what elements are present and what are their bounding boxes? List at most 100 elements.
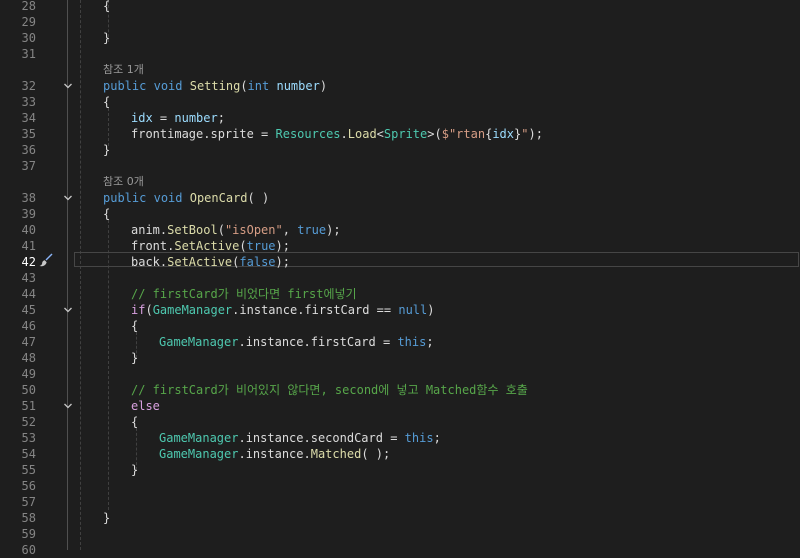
code-line[interactable]: 45 if(GameManager.instance.firstCard == n… bbox=[0, 302, 800, 318]
code-line[interactable]: 31 bbox=[0, 46, 800, 62]
code-token: } bbox=[103, 511, 111, 525]
code-line[interactable]: 34 idx = number; bbox=[0, 110, 800, 126]
code-token: .instance.secondCard = bbox=[238, 431, 405, 445]
code-line[interactable]: 54 GameManager.instance.Matched( ); bbox=[0, 446, 800, 462]
code-token: this bbox=[404, 431, 434, 445]
code-line[interactable]: 59 bbox=[0, 526, 800, 542]
code-line[interactable]: 40 anim.SetBool("isOpen", true); bbox=[0, 222, 800, 238]
line-number: 45 bbox=[21, 303, 36, 317]
line-number: 35 bbox=[21, 127, 36, 141]
code-line[interactable]: 50 // firstCard가 비어있지 않다면, second에 넣고 Mat… bbox=[0, 382, 800, 398]
code-line[interactable]: 43 bbox=[0, 270, 800, 286]
code-line[interactable]: 49 bbox=[0, 366, 800, 382]
code-line[interactable]: 46 { bbox=[0, 318, 800, 334]
code-line[interactable]: 44 // firstCard가 비었다면 first에넣기 bbox=[0, 286, 800, 302]
code-token: GameManager bbox=[159, 431, 239, 445]
chevron-down-icon[interactable] bbox=[62, 78, 74, 94]
line-number: 50 bbox=[21, 383, 36, 397]
code-token: { bbox=[103, 0, 111, 13]
chevron-down-icon[interactable] bbox=[62, 302, 74, 318]
code-line[interactable]: 55} bbox=[0, 462, 800, 478]
code-text[interactable]: idx = number; bbox=[131, 110, 225, 126]
code-token: back. bbox=[131, 255, 168, 269]
code-token: .instance.firstCard == bbox=[232, 303, 399, 317]
code-token: null bbox=[398, 303, 428, 317]
line-number: 52 bbox=[21, 415, 36, 429]
code-token: } bbox=[103, 143, 111, 157]
code-line[interactable]: 57 bbox=[0, 494, 800, 510]
codelens-references[interactable]: 참조 0개 bbox=[0, 174, 800, 190]
code-token: ; bbox=[426, 335, 434, 349]
code-line[interactable]: 58} bbox=[0, 510, 800, 526]
code-text[interactable]: public void OpenCard( ) bbox=[103, 190, 269, 206]
code-text[interactable]: frontimage.sprite = Resources.Load<Sprit… bbox=[131, 126, 543, 142]
code-token: ; bbox=[433, 431, 441, 445]
codelens-label[interactable]: 참조 0개 bbox=[103, 174, 144, 190]
code-text[interactable]: // firstCard가 비었다면 first에넣기 bbox=[131, 286, 357, 302]
chevron-down-icon[interactable] bbox=[62, 190, 74, 206]
line-number: 49 bbox=[21, 367, 36, 381]
code-token: ( bbox=[217, 223, 225, 237]
code-text[interactable]: { bbox=[103, 94, 110, 110]
code-line[interactable]: 35 frontimage.sprite = Resources.Load<Spr… bbox=[0, 126, 800, 142]
code-line[interactable]: 37 bbox=[0, 158, 800, 174]
code-text[interactable]: } bbox=[103, 510, 110, 526]
code-editor[interactable]: 28 {29 30} 31 참조 1개 32 public void Setting(int… bbox=[0, 0, 800, 557]
codelens-references[interactable]: 참조 1개 bbox=[0, 62, 800, 78]
code-text[interactable]: GameManager.instance.firstCard = this; bbox=[159, 334, 434, 350]
code-line[interactable]: 28 { bbox=[0, 0, 800, 14]
code-line[interactable]: 48} bbox=[0, 350, 800, 366]
code-token: number bbox=[174, 111, 218, 125]
code-text[interactable]: back.SetActive(false); bbox=[131, 254, 290, 270]
code-text[interactable]: if(GameManager.instance.firstCard == nul… bbox=[131, 302, 434, 318]
code-text[interactable]: } bbox=[131, 350, 138, 366]
line-number: 29 bbox=[21, 15, 36, 29]
code-text[interactable]: { bbox=[131, 414, 138, 430]
line-number: 28 bbox=[21, 0, 36, 13]
code-token: GameManager bbox=[159, 447, 239, 461]
code-text[interactable]: } bbox=[131, 462, 138, 478]
code-line[interactable]: 60 bbox=[0, 542, 800, 558]
paintbrush-icon[interactable] bbox=[38, 252, 54, 268]
code-line[interactable]: 38 public void OpenCard( ) bbox=[0, 190, 800, 206]
line-number: 48 bbox=[21, 351, 36, 365]
code-line[interactable]: 30} bbox=[0, 30, 800, 46]
code-line[interactable]: 29 bbox=[0, 14, 800, 30]
code-line[interactable]: 42 back.SetActive(false); bbox=[0, 254, 800, 270]
code-token: ); bbox=[275, 255, 290, 269]
code-text[interactable]: else bbox=[131, 398, 160, 414]
code-text[interactable]: { bbox=[131, 318, 138, 334]
code-line[interactable]: 56 bbox=[0, 478, 800, 494]
code-text[interactable]: public void Setting(int number) bbox=[103, 78, 327, 94]
code-line[interactable]: 52 { bbox=[0, 414, 800, 430]
code-line[interactable]: 47 GameManager.instance.firstCard = this; bbox=[0, 334, 800, 350]
code-token: true bbox=[246, 239, 276, 253]
codelens-label[interactable]: 참조 1개 bbox=[103, 62, 144, 78]
code-token: GameManager bbox=[159, 335, 239, 349]
code-text[interactable]: } bbox=[103, 142, 110, 158]
code-line[interactable]: 51 else bbox=[0, 398, 800, 414]
code-text[interactable]: { bbox=[103, 206, 110, 222]
code-line[interactable]: 36} bbox=[0, 142, 800, 158]
code-text[interactable]: { bbox=[103, 0, 110, 14]
code-text[interactable]: } bbox=[103, 30, 110, 46]
line-number: 44 bbox=[21, 287, 36, 301]
code-token: public bbox=[103, 79, 147, 93]
code-token: SetBool bbox=[167, 223, 218, 237]
code-token: idx bbox=[492, 127, 514, 141]
code-line[interactable]: 33 { bbox=[0, 94, 800, 110]
code-line[interactable]: 53 GameManager.instance.secondCard = this… bbox=[0, 430, 800, 446]
code-text[interactable]: front.SetActive(true); bbox=[131, 238, 290, 254]
code-text[interactable]: anim.SetBool("isOpen", true); bbox=[131, 222, 341, 238]
code-line[interactable]: 32 public void Setting(int number) bbox=[0, 78, 800, 94]
code-text[interactable]: GameManager.instance.secondCard = this; bbox=[159, 430, 441, 446]
code-line[interactable]: 39 { bbox=[0, 206, 800, 222]
code-text[interactable]: // firstCard가 비어있지 않다면, second에 넣고 Match… bbox=[131, 382, 528, 398]
code-token: { bbox=[103, 95, 111, 109]
code-token: if bbox=[131, 303, 146, 317]
line-number: 41 bbox=[21, 239, 36, 253]
chevron-down-icon[interactable] bbox=[62, 398, 74, 414]
code-token: int bbox=[247, 79, 270, 93]
code-text[interactable]: GameManager.instance.Matched( ); bbox=[159, 446, 390, 462]
code-line[interactable]: 41 front.SetActive(true); bbox=[0, 238, 800, 254]
